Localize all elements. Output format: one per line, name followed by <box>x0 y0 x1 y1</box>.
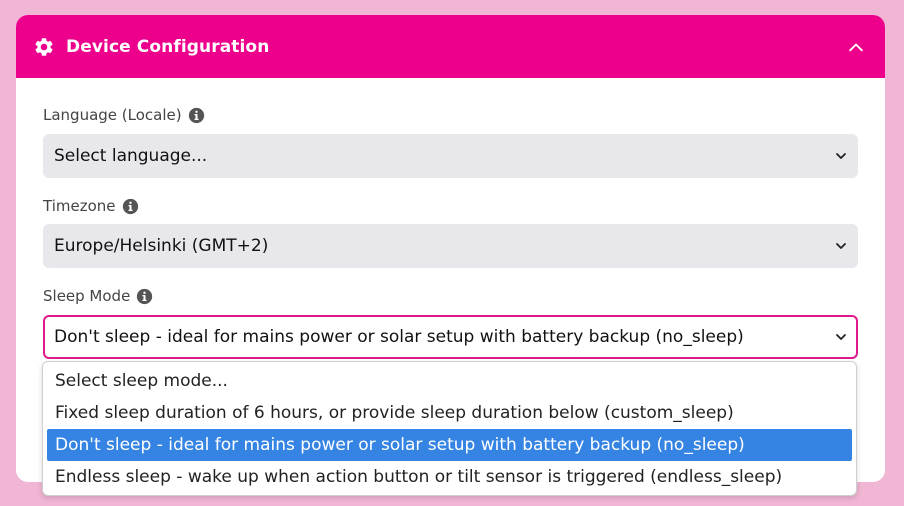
timezone-label: Timezone <box>43 197 116 215</box>
sleep-mode-label: Sleep Mode <box>43 287 131 305</box>
dropdown-option[interactable]: Select sleep mode... <box>47 365 852 397</box>
language-select[interactable]: Select language... <box>43 134 858 178</box>
chevron-down-icon <box>835 150 847 162</box>
language-label: Language (Locale) <box>43 106 182 124</box>
dropdown-option[interactable]: Fixed sleep duration of 6 hours, or prov… <box>47 397 852 429</box>
chevron-up-icon[interactable] <box>844 35 868 59</box>
sleep-mode-select[interactable]: Don't sleep - ideal for mains power or s… <box>43 315 858 359</box>
language-label-row: Language (Locale) <box>43 106 205 124</box>
timezone-select-value: Europe/Helsinki (GMT+2) <box>54 236 269 256</box>
card-header[interactable]: Device Configuration <box>16 15 885 78</box>
dropdown-option[interactable]: Endless sleep - wake up when action butt… <box>47 461 852 493</box>
sleep-mode-select-value: Don't sleep - ideal for mains power or s… <box>54 327 744 347</box>
info-icon[interactable] <box>122 198 139 215</box>
dropdown-option-selected[interactable]: Don't sleep - ideal for mains power or s… <box>47 429 852 461</box>
timezone-label-row: Timezone <box>43 197 139 215</box>
info-icon[interactable] <box>188 107 205 124</box>
gear-icon <box>33 36 55 58</box>
card-title: Device Configuration <box>66 36 270 57</box>
sleep-mode-dropdown[interactable]: Select sleep mode... Fixed sleep duratio… <box>42 361 857 496</box>
chevron-down-icon <box>835 240 847 252</box>
timezone-select[interactable]: Europe/Helsinki (GMT+2) <box>43 224 858 268</box>
sleep-mode-label-row: Sleep Mode <box>43 287 153 305</box>
info-icon[interactable] <box>136 288 153 305</box>
chevron-down-icon <box>835 331 847 343</box>
language-select-value: Select language... <box>54 146 208 166</box>
